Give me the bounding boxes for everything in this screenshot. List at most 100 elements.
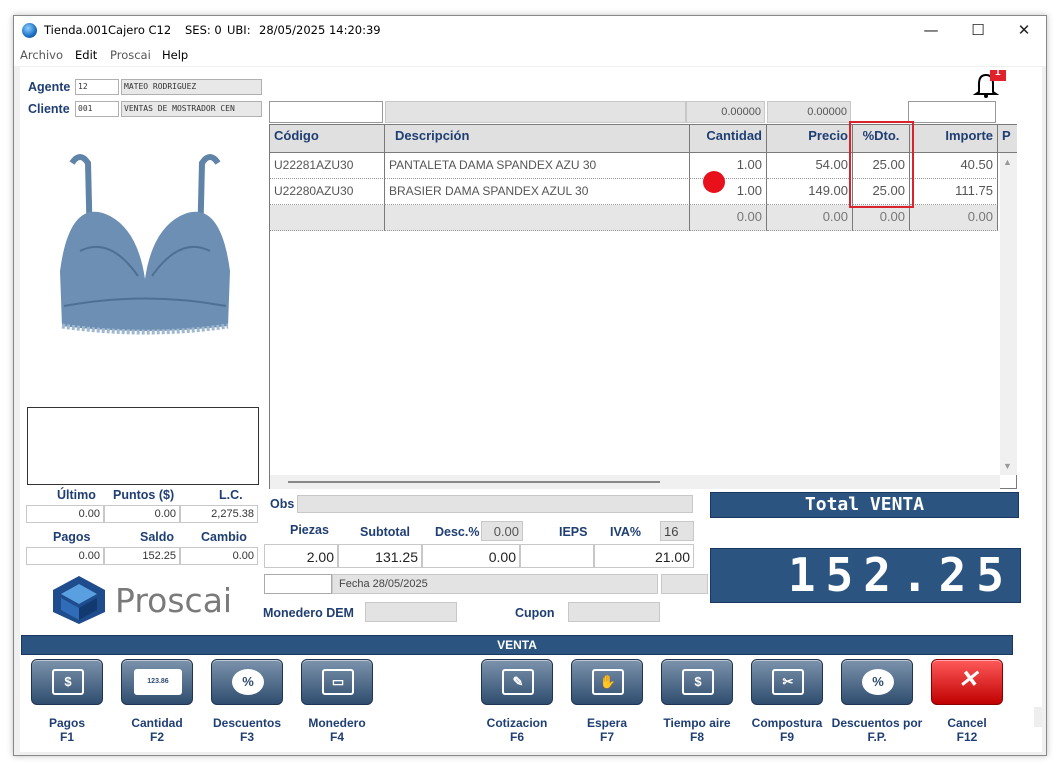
descuentos-fp-button[interactable]: % <box>841 659 913 705</box>
menu-bar: Archivo Edit Proscai Help <box>14 44 1046 66</box>
monedero-label: Monedero <box>308 716 366 730</box>
cell-quantity[interactable]: 1.00 <box>690 153 767 179</box>
code-entry-input[interactable] <box>269 101 383 123</box>
cell-quantity[interactable]: 0.00 <box>690 205 767 231</box>
cantidad-button[interactable]: 123.86 <box>121 659 193 705</box>
title-store: Tienda.001 <box>44 23 109 37</box>
iva-pct-field[interactable]: 16 <box>660 521 694 541</box>
fecha-field: Fecha 28/05/2025 <box>332 574 658 594</box>
title-datetime: 28/05/2025 14:20:39 <box>259 23 381 37</box>
lc-label: L.C. <box>219 488 243 502</box>
cambio-label: Cambio <box>201 530 247 544</box>
cantidad-shortcut: F2 <box>149 730 164 744</box>
top-value-2: 0.00000 <box>767 101 851 123</box>
vertical-scrollbar[interactable] <box>1000 153 1017 475</box>
monedero-shortcut: F4 <box>329 730 344 744</box>
description-entry-field <box>385 101 686 123</box>
agent-name-field: MATEO RODRIGUEZ <box>121 79 262 95</box>
col-header-precio[interactable]: Precio <box>767 125 853 153</box>
cell-quantity[interactable]: 1.00 <box>690 179 767 205</box>
horizontal-scroll-thumb[interactable] <box>288 481 660 483</box>
ultimo-label: Último <box>57 488 96 502</box>
tiempo-aire-button[interactable]: $ <box>661 659 733 705</box>
cell-description[interactable]: BRASIER DAMA SPANDEX AZUL 30 <box>385 179 690 205</box>
agent-code-field[interactable]: 12 <box>75 79 119 95</box>
cotizacion-button[interactable]: ✎ <box>481 659 553 705</box>
cell-code[interactable]: U22281AZU30 <box>270 153 385 179</box>
cupon-label: Cupon <box>515 606 555 620</box>
app-globe-icon <box>22 23 37 38</box>
scroll-down-icon[interactable]: ▼ <box>1003 461 1012 471</box>
cell-discount[interactable]: 0.00 <box>853 205 910 231</box>
monedero-button[interactable]: ▭ <box>301 659 373 705</box>
cell-price[interactable]: 0.00 <box>767 205 853 231</box>
cell-price[interactable]: 149.00 <box>767 179 853 205</box>
cupon-field[interactable] <box>568 602 660 622</box>
espera-icon: ✋ <box>592 669 624 695</box>
cantidad-label: Cantidad <box>131 716 183 730</box>
cell-code[interactable] <box>270 205 385 231</box>
cell-description[interactable] <box>385 205 690 231</box>
col-header-importe[interactable]: Importe <box>910 125 998 153</box>
window-scroll-stub <box>1034 707 1042 727</box>
desc-value: 0.00 <box>422 544 520 568</box>
notification-bell-icon[interactable] <box>971 70 1007 98</box>
cell-price[interactable]: 54.00 <box>767 153 853 179</box>
cancel-button[interactable]: ✕ <box>931 659 1003 705</box>
espera-shortcut: F7 <box>599 730 614 744</box>
saldo-value: 152.25 <box>104 547 180 565</box>
tiempo-aire-label: Tiempo aire <box>663 716 731 730</box>
fecha-extra-field <box>661 574 708 594</box>
maximize-icon[interactable]: ☐ <box>963 19 993 41</box>
scroll-up-icon[interactable]: ▲ <box>1003 157 1012 167</box>
discount-highlight <box>849 121 914 208</box>
pagos-button[interactable]: $ <box>31 659 103 705</box>
desc-label: Desc.% <box>435 525 480 539</box>
menu-help[interactable]: Help <box>162 48 188 62</box>
espera-button[interactable]: ✋ <box>571 659 643 705</box>
desc-pct-field[interactable]: 0.00 <box>481 521 523 541</box>
col-header-codigo[interactable]: Código <box>270 125 385 153</box>
compostura-button[interactable]: ✂ <box>751 659 823 705</box>
compostura-icon: ✂ <box>772 669 804 695</box>
ultimo-value: 0.00 <box>26 505 104 523</box>
cell-code[interactable]: U22280AZU30 <box>270 179 385 205</box>
col-header-p[interactable]: P <box>998 125 1017 153</box>
close-icon[interactable]: ✕ <box>1009 19 1039 41</box>
monedero-label: Monedero DEM <box>263 606 354 620</box>
pagos-label: Pagos <box>48 716 85 730</box>
descuentos-fp-shortcut: F.P. <box>867 730 887 744</box>
items-grid: Código Descripción Cantidad Precio %Dto.… <box>269 121 1017 489</box>
monedero-icon: ▭ <box>322 669 354 695</box>
col-header-descripcion[interactable]: Descripción <box>385 125 690 153</box>
app-window: Tienda.001 Cajero C12 SES: 0 UBI: 28/05/… <box>13 15 1047 756</box>
top-right-input[interactable] <box>908 101 996 123</box>
top-value-1: 0.00000 <box>686 101 765 123</box>
minimize-icon[interactable]: — <box>916 19 946 41</box>
monedero-field[interactable] <box>365 602 457 622</box>
descuentos-button[interactable]: % <box>211 659 283 705</box>
menu-archivo[interactable]: Archivo <box>20 48 63 62</box>
agent-label: Agente <box>28 80 71 94</box>
lc-value: 2,275.38 <box>180 505 258 523</box>
menu-edit[interactable]: Edit <box>75 48 97 62</box>
col-header-cantidad[interactable]: Cantidad <box>690 125 767 153</box>
obs-field[interactable] <box>297 495 693 513</box>
cell-description[interactable]: PANTALETA DAMA SPANDEX AZU 30 <box>385 153 690 179</box>
total-label: Total VENTA <box>710 492 1019 518</box>
cell-amount[interactable]: 40.50 <box>910 153 998 179</box>
main-panel: Agente 12 MATEO RODRIGUEZ Cliente 001 VE… <box>20 67 1042 752</box>
menu-proscai[interactable]: Proscai <box>110 48 151 62</box>
cancel-label: Cancel <box>947 716 987 730</box>
notes-box <box>27 407 259 485</box>
subtotal-value: 131.25 <box>338 544 422 568</box>
cell-amount[interactable]: 0.00 <box>910 205 998 231</box>
descuentos-icon: % <box>232 669 264 695</box>
cambio-value: 0.00 <box>180 547 258 565</box>
fecha-prefix-input[interactable] <box>264 574 332 594</box>
notification-count: 1 <box>995 67 1001 78</box>
cell-amount[interactable]: 111.75 <box>910 179 998 205</box>
compostura-label: Compostura <box>751 716 823 730</box>
client-code-field[interactable]: 001 <box>75 101 119 117</box>
total-value: 152.25 <box>710 548 1021 603</box>
